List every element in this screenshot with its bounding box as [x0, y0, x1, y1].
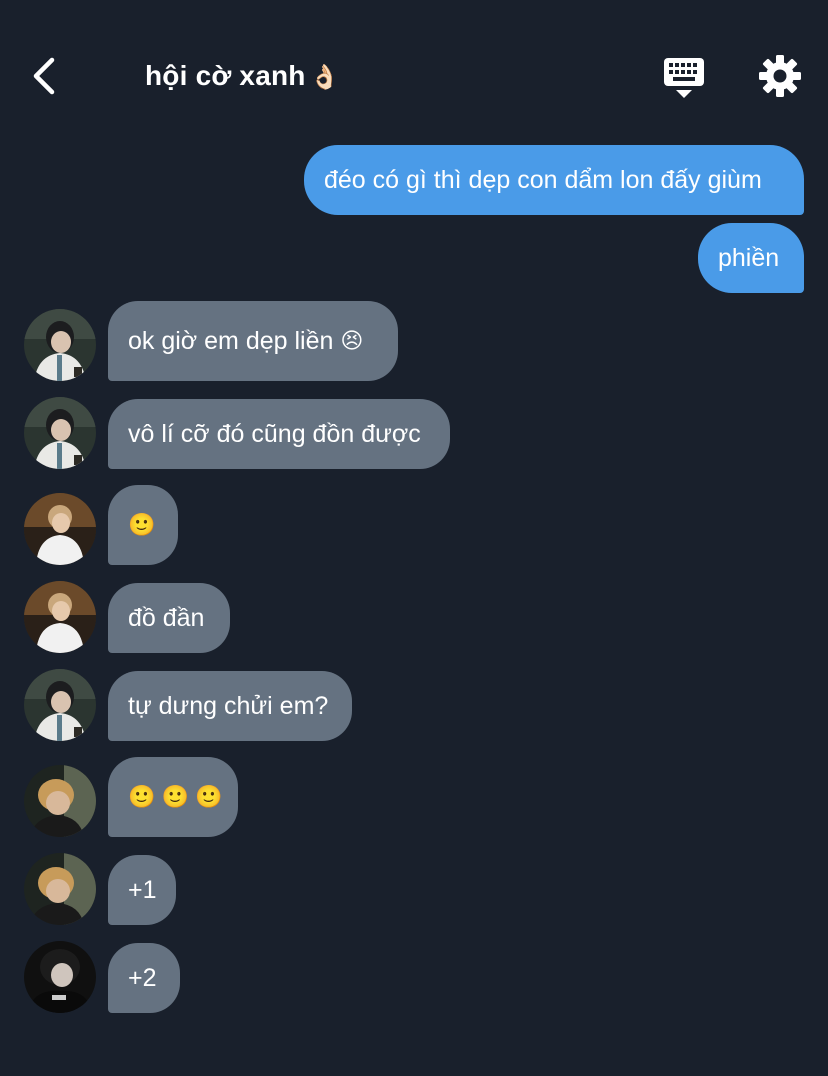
- message-text: phiền: [718, 244, 780, 272]
- message-text: vô lí cỡ đó cũng đồn được: [128, 420, 421, 448]
- incoming-message-bubble[interactable]: +2: [108, 943, 180, 1013]
- avatar[interactable]: [24, 309, 96, 381]
- incoming-message-bubble[interactable]: vô lí cỡ đó cũng đồn được: [108, 399, 450, 469]
- outgoing-message-bubble[interactable]: đéo có gì thì dẹp con dẩm lon đấy giùm: [304, 145, 804, 215]
- chat-screen: hội cờ xanh 👌🏻 đéo có gì thì dẹp con dẩm…: [0, 0, 828, 1076]
- chevron-left-icon[interactable]: [24, 54, 68, 98]
- avatar[interactable]: [24, 493, 96, 565]
- message-text: ok giờ em dẹp liền: [128, 327, 334, 355]
- chat-title-text: hội cờ xanh: [145, 60, 306, 91]
- incoming-message-bubble[interactable]: +1: [108, 855, 176, 925]
- incoming-message-bubble[interactable]: tự dưng chửi em?: [108, 671, 352, 741]
- message-text: +1: [128, 876, 157, 904]
- incoming-message-bubble[interactable]: ok giờ em dẹp liền 😣: [108, 301, 398, 381]
- avatar[interactable]: [24, 765, 96, 837]
- incoming-message-bubble[interactable]: 🙂: [108, 485, 178, 565]
- avatar[interactable]: [24, 669, 96, 741]
- incoming-message-bubble[interactable]: đồ đần: [108, 583, 230, 653]
- persevering-face-emoji: 😣: [340, 328, 364, 353]
- avatar[interactable]: [24, 397, 96, 469]
- outgoing-message-bubble[interactable]: phiền: [698, 223, 804, 293]
- message-text: +2: [128, 964, 157, 992]
- gear-icon[interactable]: [756, 52, 804, 100]
- slight-smile-emoji: 🙂: [128, 512, 156, 537]
- ok-hand-emoji: 👌🏻: [309, 64, 340, 91]
- chat-title: hội cờ xanh 👌🏻: [145, 60, 340, 92]
- avatar[interactable]: [24, 941, 96, 1013]
- message-text: đồ đần: [128, 604, 205, 632]
- incoming-message-bubble[interactable]: 🙂 🙂 🙂: [108, 757, 238, 837]
- avatar[interactable]: [24, 853, 96, 925]
- message-text: tự dưng chửi em?: [128, 692, 329, 720]
- keyboard-icon[interactable]: [662, 56, 706, 100]
- avatar[interactable]: [24, 581, 96, 653]
- slight-smile-emoji: 🙂 🙂 🙂: [128, 784, 223, 809]
- message-text: đéo có gì thì dẹp con dẩm lon đấy giùm: [324, 166, 762, 194]
- chat-header: hội cờ xanh 👌🏻: [0, 0, 828, 140]
